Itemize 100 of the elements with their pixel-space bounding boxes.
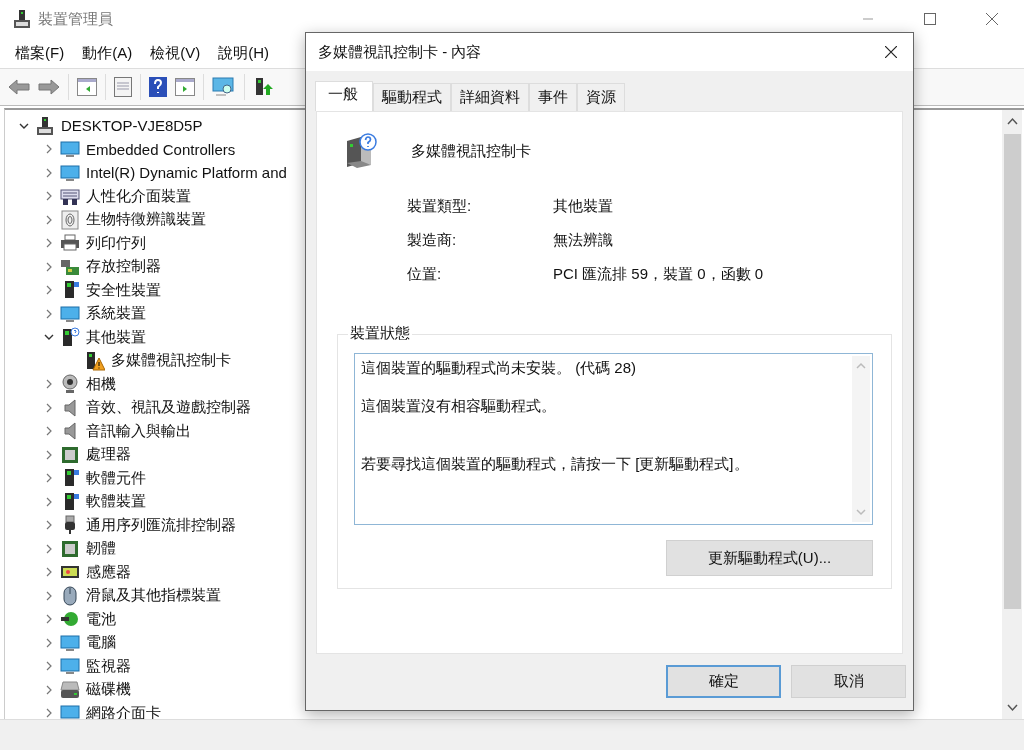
expand-chevron-icon[interactable] [44,637,54,648]
property-label: 裝置類型: [407,196,473,216]
tree-item[interactable]: 感應器 [86,562,131,582]
expand-chevron-icon[interactable] [44,308,54,319]
tree-item[interactable]: 磁碟機 [86,680,131,700]
chip-icon [60,444,80,465]
tree-item[interactable]: 電池 [86,609,116,629]
property-value: 無法辨識 [553,230,614,250]
property-value: 其他裝置 [553,196,614,216]
monitor-icon [60,303,80,324]
status-message: 這個裝置沒有相容驅動程式。 [361,396,557,416]
drive-icon [60,679,80,700]
tab[interactable]: 驅動程式 [373,83,451,111]
menu-item[interactable]: 檢視(V) [141,43,210,63]
expand-chevron-icon[interactable] [44,543,54,554]
tree-item[interactable]: 安全性裝置 [86,280,161,300]
tree-item[interactable]: 其他裝置 [86,327,146,347]
tree-item[interactable]: 處理器 [86,445,131,465]
expand-chevron-icon[interactable] [44,449,54,460]
tower-warn-icon [85,350,105,371]
panel-icon[interactable] [77,78,97,96]
dialog-button[interactable]: 取消 [791,665,906,698]
dialog-title: 多媒體視訊控制卡 - 內容 [318,42,482,62]
keyboard-icon [60,186,80,207]
expand-chevron-icon[interactable] [44,473,54,484]
update-driver-button[interactable]: 更新驅動程式(U)... [666,540,873,576]
tree-item[interactable]: 人性化介面裝置 [86,186,191,206]
monitor-icon [60,632,80,653]
expand-chevron-icon[interactable] [44,379,54,390]
status-message: 若要尋找這個裝置的驅動程式，請按一下 [更新驅動程式]。 [361,454,750,474]
back-arrow-icon[interactable] [8,79,30,95]
tree-item[interactable]: Embedded Controllers [86,140,236,158]
tree-item[interactable]: 滑鼠及其他指標裝置 [86,586,221,606]
expand-chevron-icon[interactable] [44,144,54,155]
menu-item[interactable]: 動作(A) [73,43,142,63]
expand-chevron-icon[interactable] [44,520,54,531]
menu-item[interactable]: 檔案(F) [6,43,74,63]
expand-chevron-icon[interactable] [44,708,54,719]
camera-icon [60,374,80,395]
tree-item[interactable]: 相機 [86,374,116,394]
expand-chevron-icon[interactable] [44,402,54,413]
tab[interactable]: 事件 [529,83,577,111]
property-label: 製造商: [407,230,458,250]
chip-icon [60,538,80,559]
help-icon[interactable] [149,77,167,97]
status-message: 這個裝置的驅動程式尚未安裝。 (代碼 28) [361,358,637,378]
property-label: 位置: [407,264,443,284]
dialog-button[interactable]: 確定 [666,665,781,698]
expand-chevron-icon[interactable] [44,496,54,507]
printer-icon [60,233,80,254]
tree-item[interactable]: 音訊輸入與輸出 [86,421,191,441]
properties-icon[interactable] [114,77,132,97]
expand-chevron-icon[interactable] [44,590,54,601]
device-name: 多媒體視訊控制卡 [411,141,531,161]
scroll-down-icon [854,506,868,518]
computer-icon [35,115,55,136]
close-icon[interactable] [885,46,897,58]
tree-item[interactable]: 監視器 [86,656,131,676]
expand-chevron-icon[interactable] [44,614,54,625]
tree-item[interactable]: 軟體裝置 [86,492,146,512]
maximize-icon[interactable] [924,13,936,25]
tree-item[interactable]: 多媒體視訊控制卡 [111,351,231,371]
expand-chevron-icon[interactable] [44,426,54,437]
tab[interactable]: 一般 [315,81,373,111]
tree-item[interactable]: 列印佇列 [86,233,146,253]
tower-up-icon[interactable] [253,77,273,97]
expand-chevron-icon[interactable] [44,684,54,695]
tab[interactable]: 詳細資料 [451,83,529,111]
expand-chevron-icon[interactable] [44,238,54,249]
menu-item[interactable]: 說明(H) [209,43,278,63]
expand-chevron-icon[interactable] [44,567,54,578]
monitor-search-icon[interactable] [212,77,236,97]
expand-chevron-icon[interactable] [44,191,54,202]
tree-item[interactable]: Intel(R) Dynamic Platform and [86,164,287,182]
property-value: PCI 匯流排 59，裝置 0，函數 0 [553,264,765,284]
forward-arrow-icon[interactable] [38,79,60,95]
tree-item[interactable]: 軟體元件 [86,468,146,488]
monitor-icon [60,162,80,183]
expand-chevron-icon[interactable] [44,261,54,272]
monitor-icon [60,656,80,677]
tree-item[interactable]: 音效、視訊及遊戲控制器 [86,398,251,418]
panel-icon[interactable] [175,78,195,96]
expand-chevron-icon[interactable] [44,661,54,672]
monitor-icon [60,139,80,160]
fingerprint-icon [60,209,80,230]
tree-item[interactable]: 生物特徵辨識裝置 [86,210,206,230]
computer-icon [12,9,32,29]
tab[interactable]: 資源 [577,83,625,111]
group-label: 裝置狀態 [348,324,412,343]
tree-item[interactable]: 系統裝置 [86,304,146,324]
tree-item[interactable]: 韌體 [86,539,116,559]
tree-item[interactable]: 通用序列匯流排控制器 [86,515,236,535]
tree-item[interactable]: 存放控制器 [86,257,161,277]
tree-item[interactable]: DESKTOP-VJE8D5P [61,117,203,135]
expand-chevron-icon[interactable] [44,214,54,225]
window-title: 裝置管理員 [38,9,113,29]
expand-chevron-icon[interactable] [44,285,54,296]
expand-chevron-icon[interactable] [44,167,54,178]
tree-item[interactable]: 電腦 [86,633,116,653]
scrollbar-thumb[interactable] [1003,134,1021,609]
